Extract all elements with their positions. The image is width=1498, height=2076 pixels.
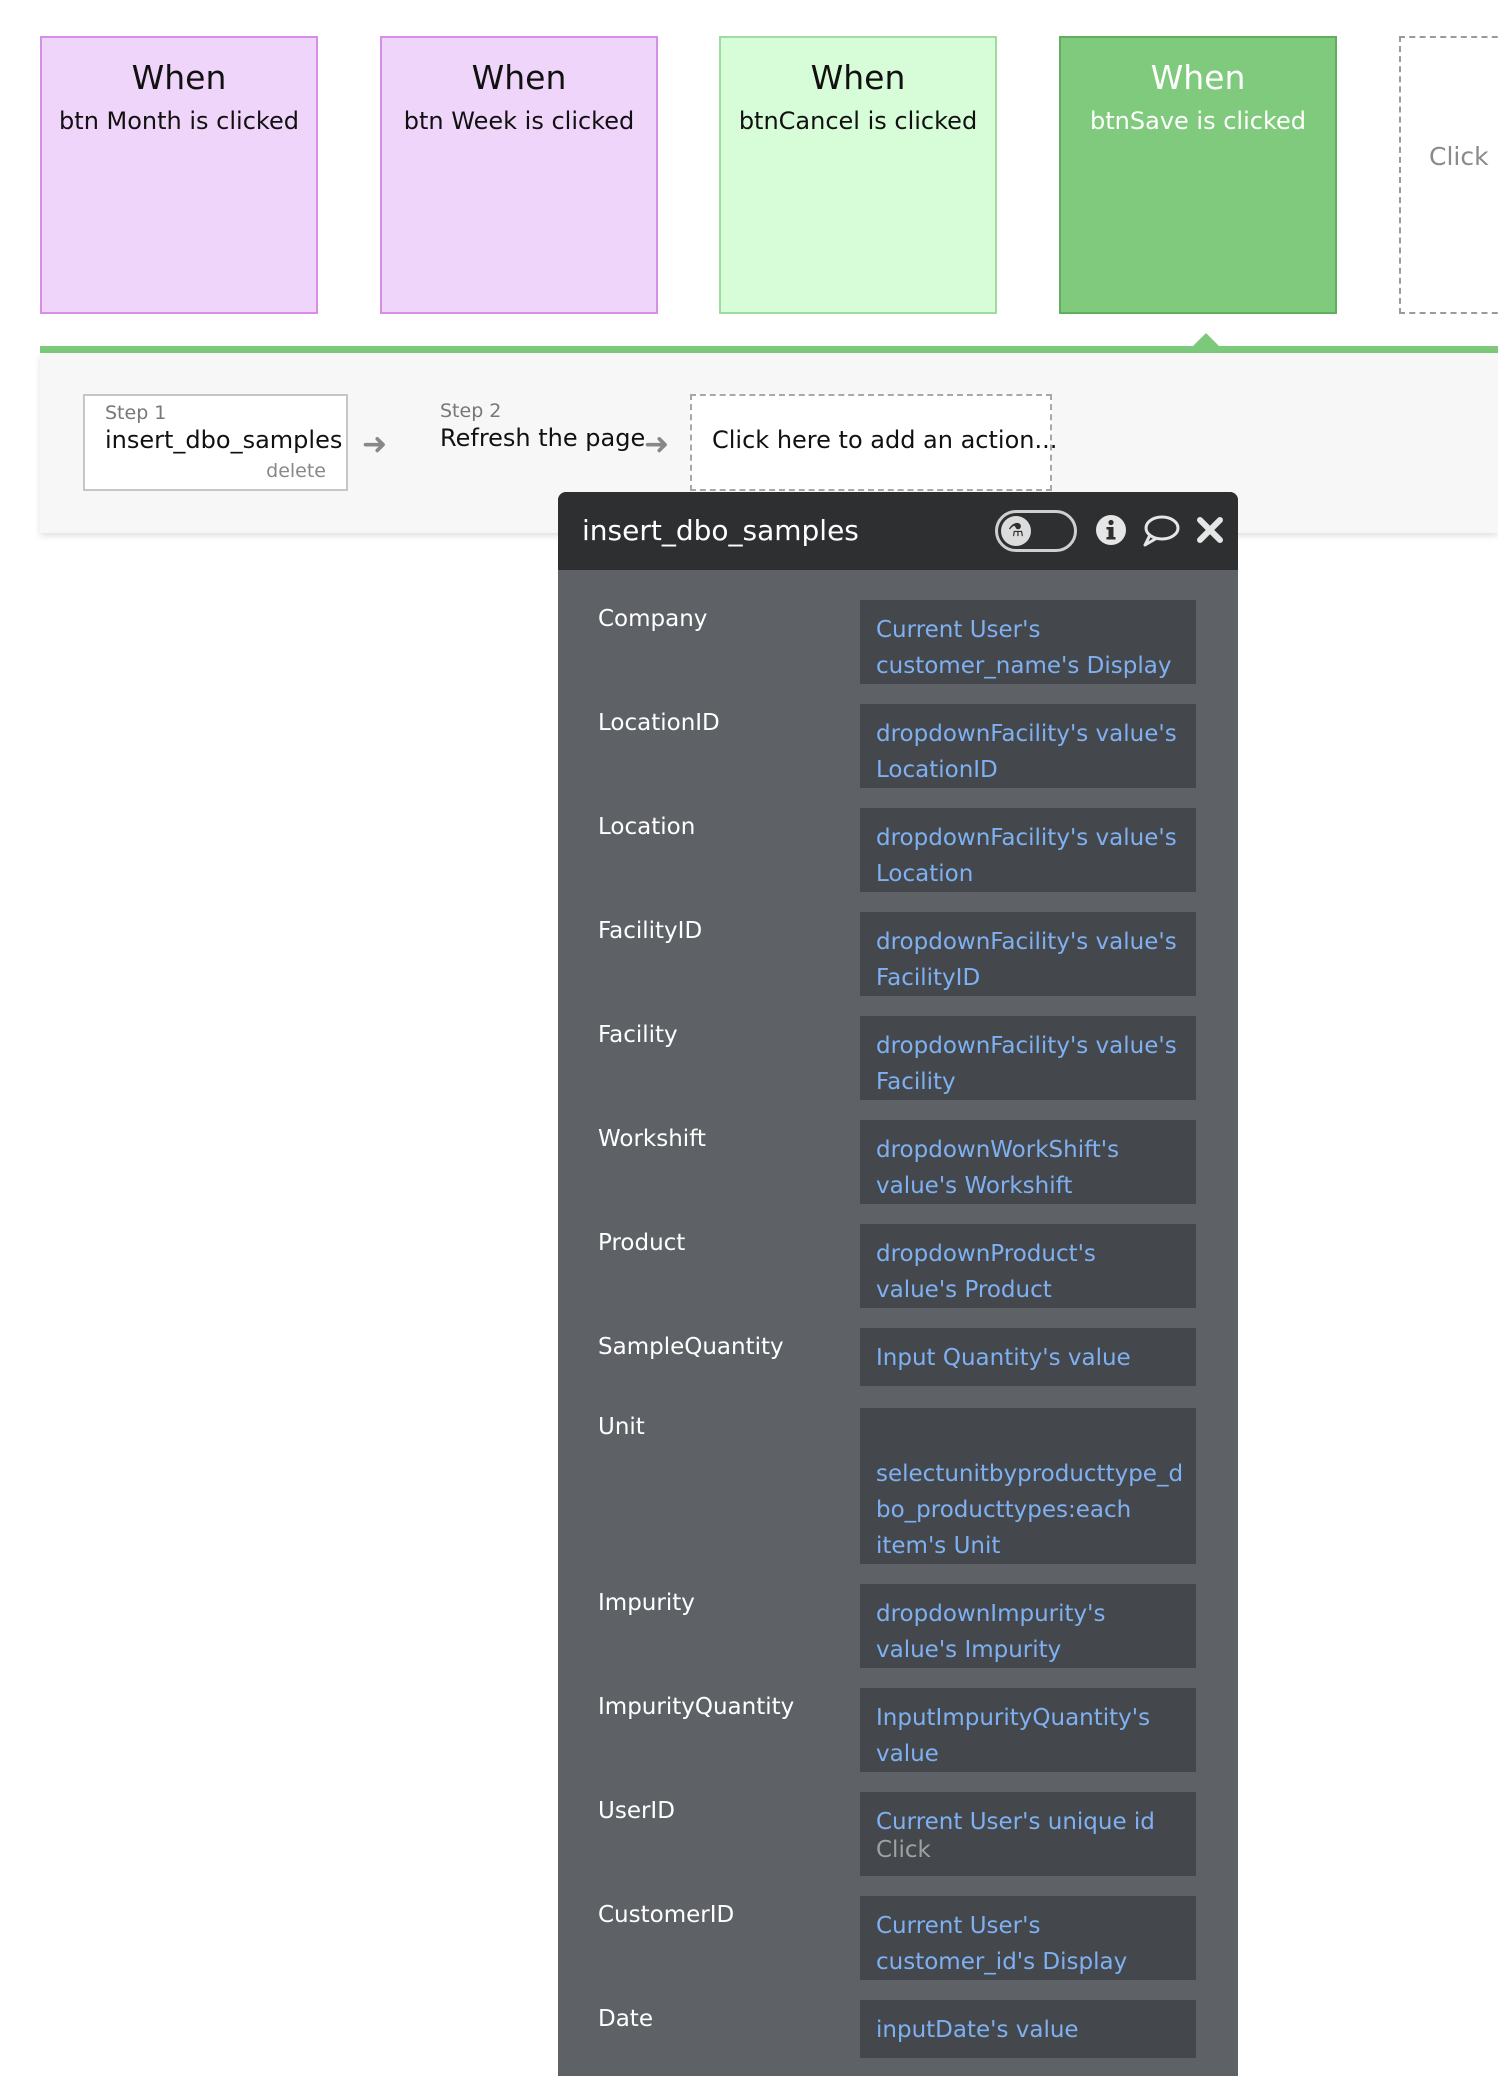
event-condition: btn Week is clicked <box>403 107 635 135</box>
add-event-card[interactable]: Click h <box>1399 36 1498 314</box>
field-value-customerid[interactable]: Current User's customer_id's Display <box>860 1896 1196 1980</box>
field-value-product[interactable]: dropdownProduct's value's Product <box>860 1224 1196 1308</box>
field-label: Workshift <box>598 1126 706 1152</box>
field-label: Product <box>598 1230 686 1256</box>
dynamic-expression[interactable]: dropdownProduct's value's Product <box>876 1241 1096 1303</box>
field-value-impurity[interactable]: dropdownImpurity's value's Impurity <box>860 1584 1196 1668</box>
field-value-userid[interactable]: Current User's unique id Click <box>860 1792 1196 1876</box>
field-value-impurityquantity[interactable]: InputImpurityQuantity's value <box>860 1688 1196 1772</box>
info-icon[interactable] <box>1095 514 1127 550</box>
step-number: Step 2 <box>440 400 502 422</box>
field-value-facilityid[interactable]: dropdownFacility's value's FacilityID <box>860 912 1196 996</box>
field-label: FacilityID <box>598 918 703 944</box>
field-value-date[interactable]: inputDate's value <box>860 2000 1196 2058</box>
field-value-facility[interactable]: dropdownFacility's value's Facility <box>860 1016 1196 1100</box>
event-card-btn-save[interactable]: When btnSave is clicked <box>1059 36 1337 314</box>
dynamic-expression[interactable]: dropdownFacility's value's FacilityID <box>876 929 1177 991</box>
field-value-locationid[interactable]: dropdownFacility's value's LocationID <box>860 704 1196 788</box>
field-value-samplequantity[interactable]: Input Quantity's value <box>860 1328 1196 1386</box>
event-when-label: When <box>131 58 227 97</box>
dynamic-expression[interactable]: dropdownWorkShift's value's Workshift <box>876 1137 1119 1199</box>
dynamic-expression[interactable]: InputImpurityQuantity's value <box>876 1705 1150 1767</box>
add-action-label: Click here to add an action... <box>712 426 1058 454</box>
event-when-label: When <box>1150 58 1246 97</box>
field-value-workshift[interactable]: dropdownWorkShift's value's Workshift <box>860 1120 1196 1204</box>
event-card-btn-week[interactable]: When btn Week is clicked <box>380 36 658 314</box>
dynamic-expression[interactable]: Input Quantity's value <box>876 1345 1131 1371</box>
step-name: Refresh the page <box>440 424 646 452</box>
dynamic-expression[interactable]: Current User's unique id <box>876 1809 1155 1835</box>
property-editor-header[interactable]: insert_dbo_samples ⚗ <box>558 492 1238 570</box>
event-condition: btn Month is clicked <box>59 107 299 135</box>
field-value-company[interactable]: Current User's customer_name's Display <box>860 600 1196 684</box>
step-number: Step 1 <box>105 402 167 424</box>
property-editor-title: insert_dbo_samples <box>582 514 859 547</box>
field-label: Impurity <box>598 1590 695 1616</box>
field-label: Location <box>598 814 696 840</box>
field-label: Company <box>598 606 708 632</box>
event-when-label: When <box>810 58 906 97</box>
dynamic-expression[interactable]: selectunitbyproducttype_d bo_producttype… <box>876 1461 1183 1559</box>
field-label: Date <box>598 2006 653 2032</box>
selected-event-indicator <box>1192 333 1220 347</box>
arrow-right-icon: ➜ <box>644 427 670 462</box>
field-label: SampleQuantity <box>598 1334 784 1360</box>
field-label: Facility <box>598 1022 678 1048</box>
step-name: insert_dbo_samples <box>105 426 343 454</box>
field-label: ImpurityQuantity <box>598 1694 795 1720</box>
flask-icon: ⚗ <box>1001 516 1031 546</box>
event-condition: btnCancel is clicked <box>738 107 978 135</box>
event-condition: btnSave is clicked <box>1090 107 1306 135</box>
field-label: LocationID <box>598 710 720 736</box>
event-when-label: When <box>471 58 567 97</box>
add-event-label: Click h <box>1429 142 1498 171</box>
field-value-location[interactable]: dropdownFacility's value's Location <box>860 808 1196 892</box>
arrow-right-icon: ➜ <box>362 427 388 462</box>
dynamic-expression[interactable]: inputDate's value <box>876 2017 1079 2043</box>
dynamic-expression[interactable]: dropdownFacility's value's Location <box>876 825 1177 887</box>
selected-event-bar <box>40 346 1498 353</box>
dynamic-expression[interactable]: dropdownImpurity's value's Impurity <box>876 1601 1105 1663</box>
debug-toggle[interactable]: ⚗ <box>995 510 1077 552</box>
field-value-unit[interactable]: selectunitbyproducttype_d bo_producttype… <box>860 1408 1196 1564</box>
dynamic-expression[interactable]: dropdownFacility's value's Facility <box>876 1033 1177 1095</box>
field-label: Unit <box>598 1414 645 1440</box>
event-card-btn-cancel[interactable]: When btnCancel is clicked <box>719 36 997 314</box>
property-editor: insert_dbo_samples ⚗ Company Current Use… <box>558 492 1238 2076</box>
add-action-button[interactable]: Click here to add an action... <box>690 394 1057 491</box>
step-1[interactable]: Step 1 insert_dbo_samples delete <box>83 394 348 491</box>
comment-icon[interactable] <box>1142 514 1180 552</box>
dynamic-expression[interactable]: Current User's customer_name's Display <box>876 617 1171 679</box>
step-2[interactable]: Step 2 Refresh the page <box>420 394 650 491</box>
click-hint[interactable]: Click <box>876 1836 1180 1864</box>
field-label: CustomerID <box>598 1902 735 1928</box>
event-card-btn-month[interactable]: When btn Month is clicked <box>40 36 318 314</box>
step-delete-link[interactable]: delete <box>266 460 326 482</box>
field-label: UserID <box>598 1798 675 1824</box>
dynamic-expression[interactable]: dropdownFacility's value's LocationID <box>876 721 1177 783</box>
dynamic-expression[interactable]: Current User's customer_id's Display <box>876 1913 1127 1975</box>
close-icon[interactable] <box>1196 514 1224 550</box>
